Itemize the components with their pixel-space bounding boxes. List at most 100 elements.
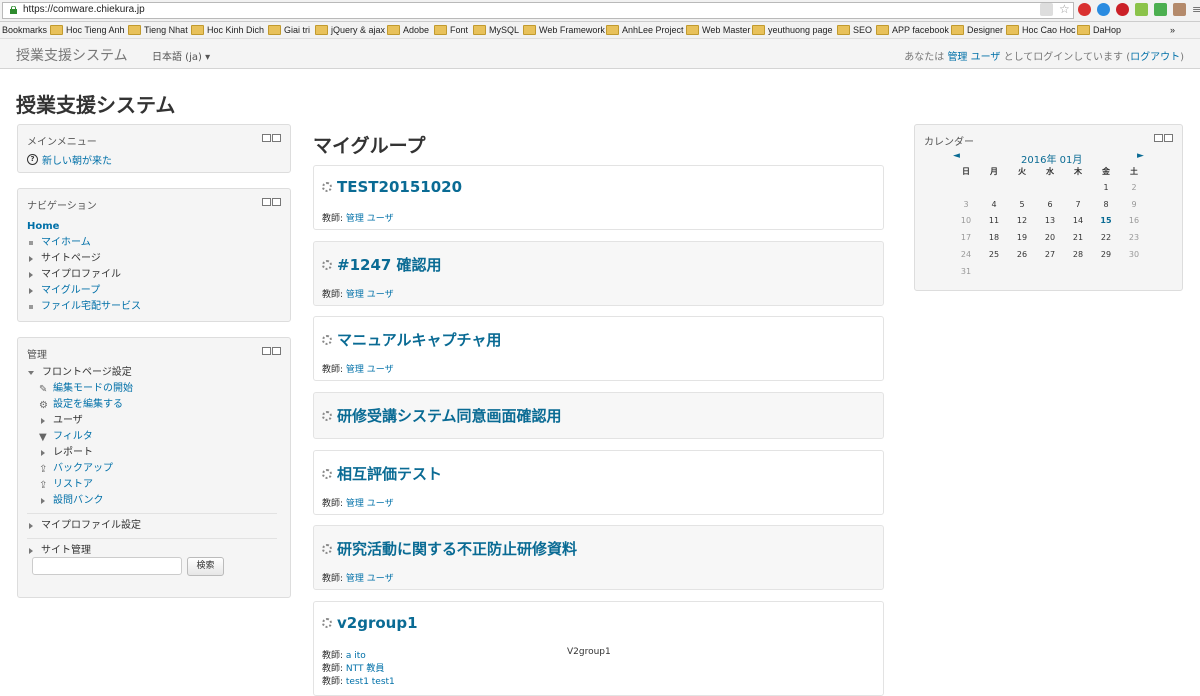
calendar-day[interactable]: 27 [1036, 250, 1064, 267]
course-link[interactable]: #1247 確認用 [322, 254, 442, 275]
calendar-day[interactable]: 18 [980, 233, 1008, 250]
calendar-day[interactable]: 17 [952, 233, 980, 250]
calendar-day[interactable]: 5 [1008, 200, 1036, 217]
pinterest-icon[interactable] [1116, 3, 1129, 16]
bookmark-item[interactable]: AnhLee Project [606, 25, 684, 35]
calendar-day[interactable]: 13 [1036, 216, 1064, 233]
course-link[interactable]: マニュアルキャプチャ用 [322, 329, 501, 350]
calendar-day[interactable]: 22 [1092, 233, 1120, 250]
nav-item-my-home[interactable]: マイホーム [27, 235, 141, 251]
admin-edit-settings[interactable]: ⚙ 設定を編集する [27, 397, 277, 413]
pocket-icon[interactable] [1078, 3, 1091, 16]
bookmark-item[interactable]: MySQL [473, 25, 519, 35]
bookmark-item[interactable]: Giai tri [268, 25, 310, 35]
nav-home[interactable]: Home [27, 219, 59, 235]
admin-edit-mode[interactable]: ✎ 編集モードの開始 [27, 381, 277, 397]
bookmark-item[interactable]: Designer [951, 25, 1003, 35]
main-menu-item[interactable]: ? 新しい朝が来た [27, 152, 112, 167]
calendar-day[interactable]: 23 [1120, 233, 1148, 250]
user-profile-link[interactable]: 管理 ユーザ [947, 52, 1000, 63]
admin-front-page-settings[interactable]: フロントページ設定 [27, 365, 277, 381]
nav-item-site-pages[interactable]: サイトページ [27, 251, 141, 267]
bookmark-item[interactable]: SEO [837, 25, 872, 35]
dock-icon[interactable] [272, 347, 281, 355]
admin-restore[interactable]: ⇪ リストア [27, 477, 277, 493]
admin-question-bank[interactable]: 設問バンク [27, 493, 277, 509]
star-icon[interactable]: ☆ [1059, 3, 1072, 16]
calendar-day[interactable]: 6 [1036, 200, 1064, 217]
bookmark-item[interactable]: Font [434, 25, 468, 35]
bookmark-item[interactable]: jQuery & ajax [315, 25, 385, 35]
collapse-icon[interactable] [262, 134, 271, 142]
calendar-day[interactable]: 3 [952, 200, 980, 217]
download-helper-icon[interactable] [1097, 3, 1110, 16]
brand-link[interactable]: 授業支援システム [16, 45, 128, 65]
bookmark-item[interactable]: Web Framework [523, 25, 605, 35]
calendar-month[interactable]: 2016年 01月 [1021, 151, 1082, 166]
translate-icon[interactable] [1040, 3, 1053, 16]
calendar-day[interactable]: 7 [1064, 200, 1092, 217]
bookmark-item[interactable]: APP facebook [876, 25, 949, 35]
dock-icon[interactable] [272, 134, 281, 142]
bookmark-item[interactable]: Hoc Cao Hoc [1006, 25, 1076, 35]
next-month-icon[interactable]: ► [1137, 151, 1144, 161]
calendar-day[interactable]: 26 [1008, 250, 1036, 267]
language-menu[interactable]: 日本語 (ja) ▾ [152, 48, 210, 63]
admin-filters[interactable]: ▼ フィルタ [27, 429, 277, 445]
course-link[interactable]: TEST20151020 [322, 178, 462, 196]
search-button[interactable]: 検索 [187, 557, 224, 576]
calendar-day[interactable]: 24 [952, 250, 980, 267]
bookmark-item[interactable]: Tieng Nhat [128, 25, 188, 35]
calendar-day[interactable]: 21 [1064, 233, 1092, 250]
dock-icon[interactable] [272, 198, 281, 206]
calendar-day[interactable]: 1 [1092, 183, 1120, 200]
calendar-today[interactable]: 15 [1092, 216, 1120, 233]
menu-icon[interactable]: ≡ [1192, 3, 1200, 16]
bookmark-item[interactable]: DaHop [1077, 25, 1121, 35]
calendar-day[interactable]: 14 [1064, 216, 1092, 233]
calendar-day[interactable]: 25 [980, 250, 1008, 267]
calendar-day[interactable]: 28 [1064, 250, 1092, 267]
calendar-day[interactable]: 19 [1008, 233, 1036, 250]
nav-item-file-delivery[interactable]: ファイル宅配サービス [27, 299, 141, 315]
people-icon[interactable] [1154, 3, 1167, 16]
course-link[interactable]: 研修受講システム同意画面確認用 [322, 405, 562, 426]
calendar-day[interactable]: 9 [1120, 200, 1148, 217]
calendar-day[interactable]: 31 [952, 267, 980, 284]
bookmarks-label[interactable]: Bookmarks [2, 25, 47, 35]
prev-month-icon[interactable]: ◄ [953, 151, 960, 161]
admin-search-input[interactable] [32, 557, 182, 575]
calendar-day[interactable]: 30 [1120, 250, 1148, 267]
bookmark-item[interactable]: Hoc Tieng Anh [50, 25, 125, 35]
course-link[interactable]: v2group1 [322, 614, 418, 632]
collapse-icon[interactable] [262, 198, 271, 206]
calendar-day[interactable]: 20 [1036, 233, 1064, 250]
collapse-icon[interactable] [262, 347, 271, 355]
bookmark-item[interactable]: yeuthuong page [752, 25, 833, 35]
collapse-icon[interactable] [1154, 134, 1163, 142]
calendar-day[interactable]: 2 [1120, 183, 1148, 200]
logout-link[interactable]: ログアウト [1130, 52, 1180, 63]
bookmark-item[interactable]: Hoc Kinh Dich [191, 25, 264, 35]
admin-users[interactable]: ユーザ [27, 413, 277, 429]
calendar-day[interactable]: 29 [1092, 250, 1120, 267]
calendar-day[interactable]: 8 [1092, 200, 1120, 217]
bookmarks-more[interactable]: » [1170, 25, 1175, 35]
bookmark-item[interactable]: Adobe [387, 25, 429, 35]
address-bar[interactable]: https://comware.chiekura.jp [2, 2, 1074, 19]
extension-icon[interactable] [1135, 3, 1148, 16]
nav-item-my-profile[interactable]: マイプロファイル [27, 267, 141, 283]
bookmark-item[interactable]: Web Master [686, 25, 750, 35]
dock-icon[interactable] [1164, 134, 1173, 142]
admin-profile-settings[interactable]: マイプロファイル設定 [27, 518, 277, 534]
avatar-icon[interactable] [1173, 3, 1186, 16]
admin-backup[interactable]: ⇪ バックアップ [27, 461, 277, 477]
calendar-day[interactable]: 4 [980, 200, 1008, 217]
admin-reports[interactable]: レポート [27, 445, 277, 461]
calendar-day[interactable]: 16 [1120, 216, 1148, 233]
calendar-day[interactable]: 11 [980, 216, 1008, 233]
course-link[interactable]: 相互評価テスト [322, 463, 442, 484]
course-link[interactable]: 研究活動に関する不正防止研修資料 [322, 538, 577, 559]
nav-item-my-groups[interactable]: マイグループ [27, 283, 141, 299]
calendar-day[interactable]: 12 [1008, 216, 1036, 233]
